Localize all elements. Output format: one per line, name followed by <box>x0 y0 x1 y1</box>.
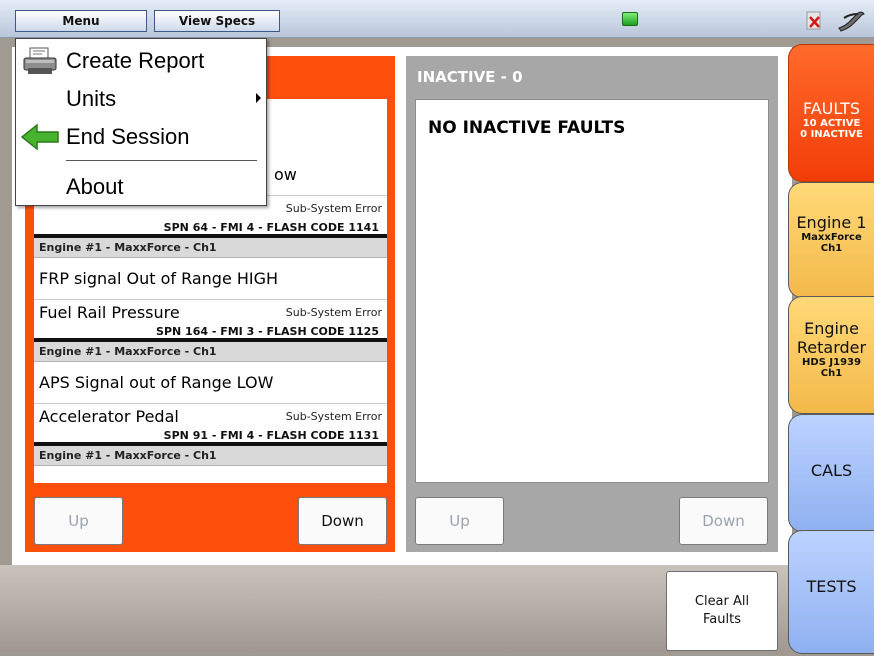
active-up-button[interactable]: Up <box>34 497 123 545</box>
fault-component-row: Fuel Rail Pressure Sub-System Error <box>34 300 387 325</box>
clear-all-faults-button[interactable]: Clear All Faults <box>666 571 778 651</box>
inactive-faults-list[interactable]: NO INACTIVE FAULTS <box>415 99 769 483</box>
tab-subtitle: MaxxForce <box>801 232 862 243</box>
fault-component-row: Accelerator Pedal Sub-System Error <box>34 404 387 429</box>
tab-cals[interactable]: CALS <box>788 414 874 532</box>
tab-subtitle: Ch1 <box>820 243 843 254</box>
printer-icon <box>23 47 57 74</box>
view-specs-button[interactable]: View Specs <box>154 10 280 32</box>
tab-faults[interactable]: FAULTS 10 ACTIVE 0 INACTIVE <box>788 44 874 182</box>
tab-subtitle: HDS J1939 <box>802 357 861 368</box>
fault-component: Fuel Rail Pressure <box>39 303 180 322</box>
menu-item-about[interactable]: About <box>16 169 266 205</box>
tab-engine-retarder[interactable]: Engine Retarder HDS J1939 Ch1 <box>788 296 874 414</box>
tab-title: Retarder <box>796 338 867 357</box>
inactive-panel-title: INACTIVE - 0 <box>417 68 523 86</box>
inactive-up-button[interactable]: Up <box>415 497 504 545</box>
fault-subsystem: Sub-System Error <box>285 410 382 423</box>
tab-subtitle: 10 ACTIVE <box>802 118 861 129</box>
tab-subtitle: Ch1 <box>820 368 843 379</box>
tab-title: Engine <box>804 319 859 338</box>
menu-separator <box>66 160 257 161</box>
fault-description[interactable]: APS Signal out of Range LOW <box>34 362 387 404</box>
fault-component: Accelerator Pedal <box>39 407 179 426</box>
tab-subtitle: 0 INACTIVE <box>800 129 863 140</box>
menu-item-label: End Session <box>66 124 190 149</box>
inactive-down-button[interactable]: Down <box>679 497 768 545</box>
fault-group-header: Engine #1 - MaxxForce - Ch1 <box>34 238 387 258</box>
fault-codes: SPN 164 - FMI 3 - FLASH CODE 1125 <box>34 325 387 342</box>
fault-subsystem: Sub-System Error <box>285 202 382 215</box>
wrench-tool-icon[interactable] <box>836 8 866 34</box>
menu-item-end-session[interactable]: End Session <box>16 119 266 155</box>
fault-subsystem: Sub-System Error <box>285 306 382 319</box>
inactive-faults-panel: INACTIVE - 0 NO INACTIVE FAULTS Up Down <box>406 56 778 552</box>
menu-dropdown: Create Report Units End Session About <box>15 38 267 206</box>
fault-codes: SPN 64 - FMI 4 - FLASH CODE 1141 <box>34 221 387 238</box>
menu-item-create-report[interactable]: Create Report <box>16 43 266 79</box>
tab-title: FAULTS <box>802 99 861 118</box>
fault-group-header: Engine #1 - MaxxForce - Ch1 <box>34 342 387 362</box>
tab-engine-1[interactable]: Engine 1 MaxxForce Ch1 <box>788 182 874 298</box>
fault-codes: SPN 91 - FMI 4 - FLASH CODE 1131 <box>34 429 387 446</box>
status-led-icon <box>622 12 638 26</box>
no-inactive-faults-message: NO INACTIVE FAULTS <box>428 118 626 138</box>
menu-item-label: About <box>66 174 124 199</box>
tab-title: TESTS <box>806 577 857 596</box>
menu-item-label: Units <box>66 86 117 111</box>
menu-item-label: Create Report <box>66 48 205 73</box>
menu-button[interactable]: Menu <box>15 10 147 32</box>
close-x-icon[interactable] <box>806 9 824 31</box>
tab-title: Engine 1 <box>796 213 867 232</box>
fault-group-header: Engine #1 - MaxxForce - Ch1 <box>34 446 387 466</box>
tab-tests[interactable]: TESTS <box>788 530 874 654</box>
tab-title: CALS <box>810 461 853 480</box>
menu-item-units[interactable]: Units <box>16 81 266 117</box>
top-toolbar: Menu View Specs <box>0 0 874 38</box>
green-back-arrow-icon <box>20 123 59 151</box>
fault-description[interactable]: FRP signal Out of Range HIGH <box>34 258 387 300</box>
active-down-button[interactable]: Down <box>298 497 387 545</box>
submenu-arrow-icon <box>256 93 261 103</box>
